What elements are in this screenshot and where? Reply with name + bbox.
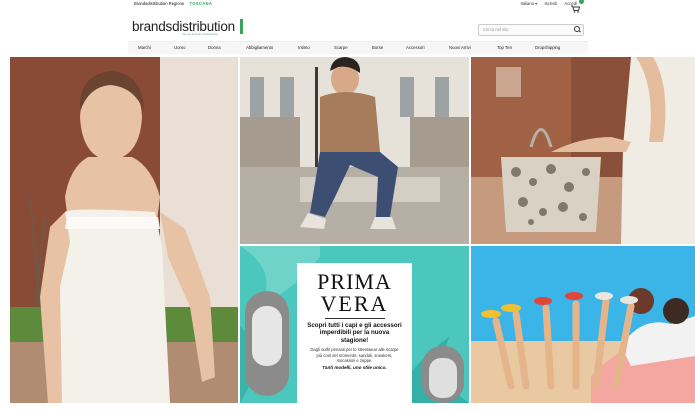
top-utility-bar: Brandsdistribution Regione TOSCANA Itali…	[0, 0, 695, 13]
nav-item-abbigliamento[interactable]: Abbigliamento	[246, 45, 273, 50]
main-navigation: Marchi Uomo Donna Abbigliamento Intimo S…	[128, 41, 588, 54]
search-icon[interactable]	[574, 26, 580, 32]
banner-primavera-promo[interactable]: PRIMA VERA Scopri tutti i capi e gli acc…	[240, 246, 469, 403]
region-value: TOSCANA	[189, 1, 213, 6]
region-label: Brandsdistribution Regione	[134, 1, 185, 6]
language-selector[interactable]: Italiano ▾	[521, 1, 538, 6]
promo-cta: Tanti modelli, uno stile unico.	[322, 365, 387, 370]
promo-subtitle: Scopri tutti i capi e gli accessori impe…	[307, 322, 402, 344]
account-links: Italiano ▾ Iscriviti Accedi	[515, 1, 578, 6]
nav-item-borse[interactable]: Borse	[372, 45, 383, 50]
nav-item-accessori[interactable]: Accessori	[406, 45, 425, 50]
nav-item-nuovi-arrivi[interactable]: Nuovi Arrivi	[449, 45, 471, 50]
woman-dress-image	[10, 57, 238, 403]
nav-item-dropshipping[interactable]: Dropshipping	[535, 45, 560, 50]
region-selector[interactable]: Brandsdistribution Regione TOSCANA	[134, 1, 212, 6]
nav-item-uomo[interactable]: Uomo	[174, 45, 185, 50]
handbag-image	[471, 57, 695, 244]
logo-tagline: the big brands marketplace	[182, 32, 219, 36]
banner-man-street[interactable]	[240, 57, 469, 244]
beach-sandals-image	[471, 246, 695, 403]
primavera-card: PRIMA VERA Scopri tutti i capi e gli acc…	[297, 263, 412, 403]
banner-woman-dress[interactable]	[10, 57, 238, 403]
promo-divider	[324, 318, 385, 319]
nav-item-scarpe[interactable]: Scarpe	[334, 45, 348, 50]
cart-icon[interactable]	[571, 0, 584, 13]
signup-link[interactable]: Iscriviti	[544, 1, 557, 6]
promo-body: Dagli outfit pensati per lo streetwear a…	[310, 347, 399, 364]
promo-title-line2: VERA	[320, 291, 389, 316]
man-street-image	[240, 57, 469, 244]
nav-item-intimo[interactable]: Intimo	[298, 45, 310, 50]
nav-item-top-ten[interactable]: Top Ten	[497, 45, 512, 50]
promo-title-line1: PRIMA	[317, 269, 392, 294]
brand-logo[interactable]: brandsdistribution the big brands market…	[132, 18, 243, 36]
banner-beach-sandals[interactable]	[471, 246, 695, 403]
search-placeholder: Cerca nel sito	[483, 26, 509, 32]
nav-item-donna[interactable]: Donna	[208, 45, 221, 50]
search-input[interactable]: Cerca nel sito	[478, 24, 584, 36]
banner-handbag[interactable]	[471, 57, 695, 244]
cart-badge	[579, 0, 584, 4]
logo-accent-bar	[240, 19, 243, 34]
nav-item-marchi[interactable]: Marchi	[138, 45, 151, 50]
